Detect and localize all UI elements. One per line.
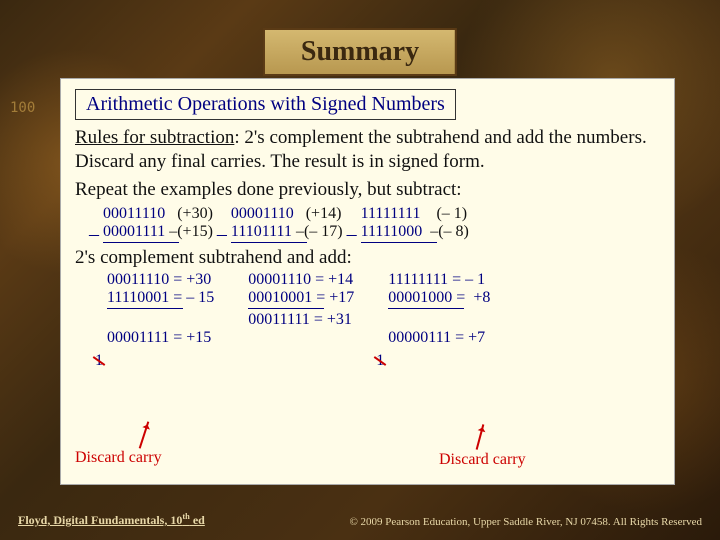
carry-digit: 1 xyxy=(376,352,384,369)
row: 11110001 = – 15 xyxy=(107,289,214,307)
subtraction-examples: – 00011110 (+30) 00001111 –(+15) – 00001… xyxy=(103,205,660,245)
arrow-icon xyxy=(476,424,485,450)
footer-text: ed xyxy=(190,513,205,527)
dec: (– 1) xyxy=(436,205,467,222)
add-example-3: 11111111 = – 1 00001000 = +8 1 00000111 … xyxy=(388,271,490,347)
rule-line xyxy=(103,242,179,243)
addition-examples: 00011110 = +30 11110001 = – 15 1 0000111… xyxy=(107,271,660,347)
arrow-icon xyxy=(139,421,150,448)
row: 00000111 = +7 xyxy=(388,329,490,347)
bin: 11111111 xyxy=(361,205,421,222)
complement-line: 2's complement subtrahend and add: xyxy=(75,247,660,269)
rule-line xyxy=(388,308,464,309)
discard-carry-label-2: Discard carry xyxy=(439,451,526,469)
row: 11111111 = – 1 xyxy=(388,271,490,289)
footer-sup: th xyxy=(182,512,189,521)
content-panel: Arithmetic Operations with Signed Number… xyxy=(60,78,675,485)
sub-example-2: – 00001110 (+14) 11101111 –(– 17) xyxy=(231,205,343,245)
bin: 00011110 xyxy=(103,205,165,222)
row: 00001111 = +15 xyxy=(107,329,214,347)
row: 00001110 = +14 xyxy=(248,271,354,289)
minus-icon: – xyxy=(347,223,357,246)
add-example-1: 00011110 = +30 11110001 = – 15 1 0000111… xyxy=(107,271,214,347)
row: 00011111 = +31 xyxy=(248,311,354,329)
rules-underline: Rules for subtraction xyxy=(75,127,234,148)
rule-line xyxy=(361,242,437,243)
row: 00010001 = +17 xyxy=(248,289,354,307)
repeat-line: Repeat the examples done previously, but… xyxy=(75,178,660,202)
bin: 00001111 xyxy=(103,223,165,240)
sub-example-3: – 11111111 (– 1) 11111000 –(– 8) xyxy=(361,205,469,245)
bin: 11101111 xyxy=(231,223,292,240)
section-subtitle: Arithmetic Operations with Signed Number… xyxy=(75,89,456,120)
row: 00011110 = +30 xyxy=(107,271,214,289)
footer-right: © 2009 Pearson Education, Upper Saddle R… xyxy=(349,516,702,528)
rule-line xyxy=(248,308,324,309)
dec: (+14) xyxy=(306,205,342,222)
minus-icon: – xyxy=(89,223,99,246)
sub-example-1: – 00011110 (+30) 00001111 –(+15) xyxy=(103,205,213,245)
carry-digit: 1 xyxy=(95,352,103,369)
rule-line xyxy=(107,308,183,309)
rule-line xyxy=(231,242,307,243)
bin: 00001110 xyxy=(231,205,294,222)
bin: 11111000 xyxy=(361,223,423,240)
rules-paragraph: Rules for subtraction: 2's complement th… xyxy=(75,126,660,174)
dec: –(+15) xyxy=(169,223,213,240)
slide-title: Summary xyxy=(263,28,457,76)
footer-left: Floyd, Digital Fundamentals, 10th ed xyxy=(18,512,205,528)
row: 00001000 = +8 xyxy=(388,289,490,307)
minus-icon: – xyxy=(217,223,227,246)
discard-carry-label-1: Discard carry xyxy=(75,449,162,467)
dec: –(– 8) xyxy=(430,223,469,240)
dec: (+30) xyxy=(177,205,213,222)
add-example-2: 00001110 = +14 00010001 = +17 00011111 =… xyxy=(248,271,354,347)
footer-text: Floyd, Digital Fundamentals, 10 xyxy=(18,513,182,527)
dec: –(– 17) xyxy=(296,223,343,240)
